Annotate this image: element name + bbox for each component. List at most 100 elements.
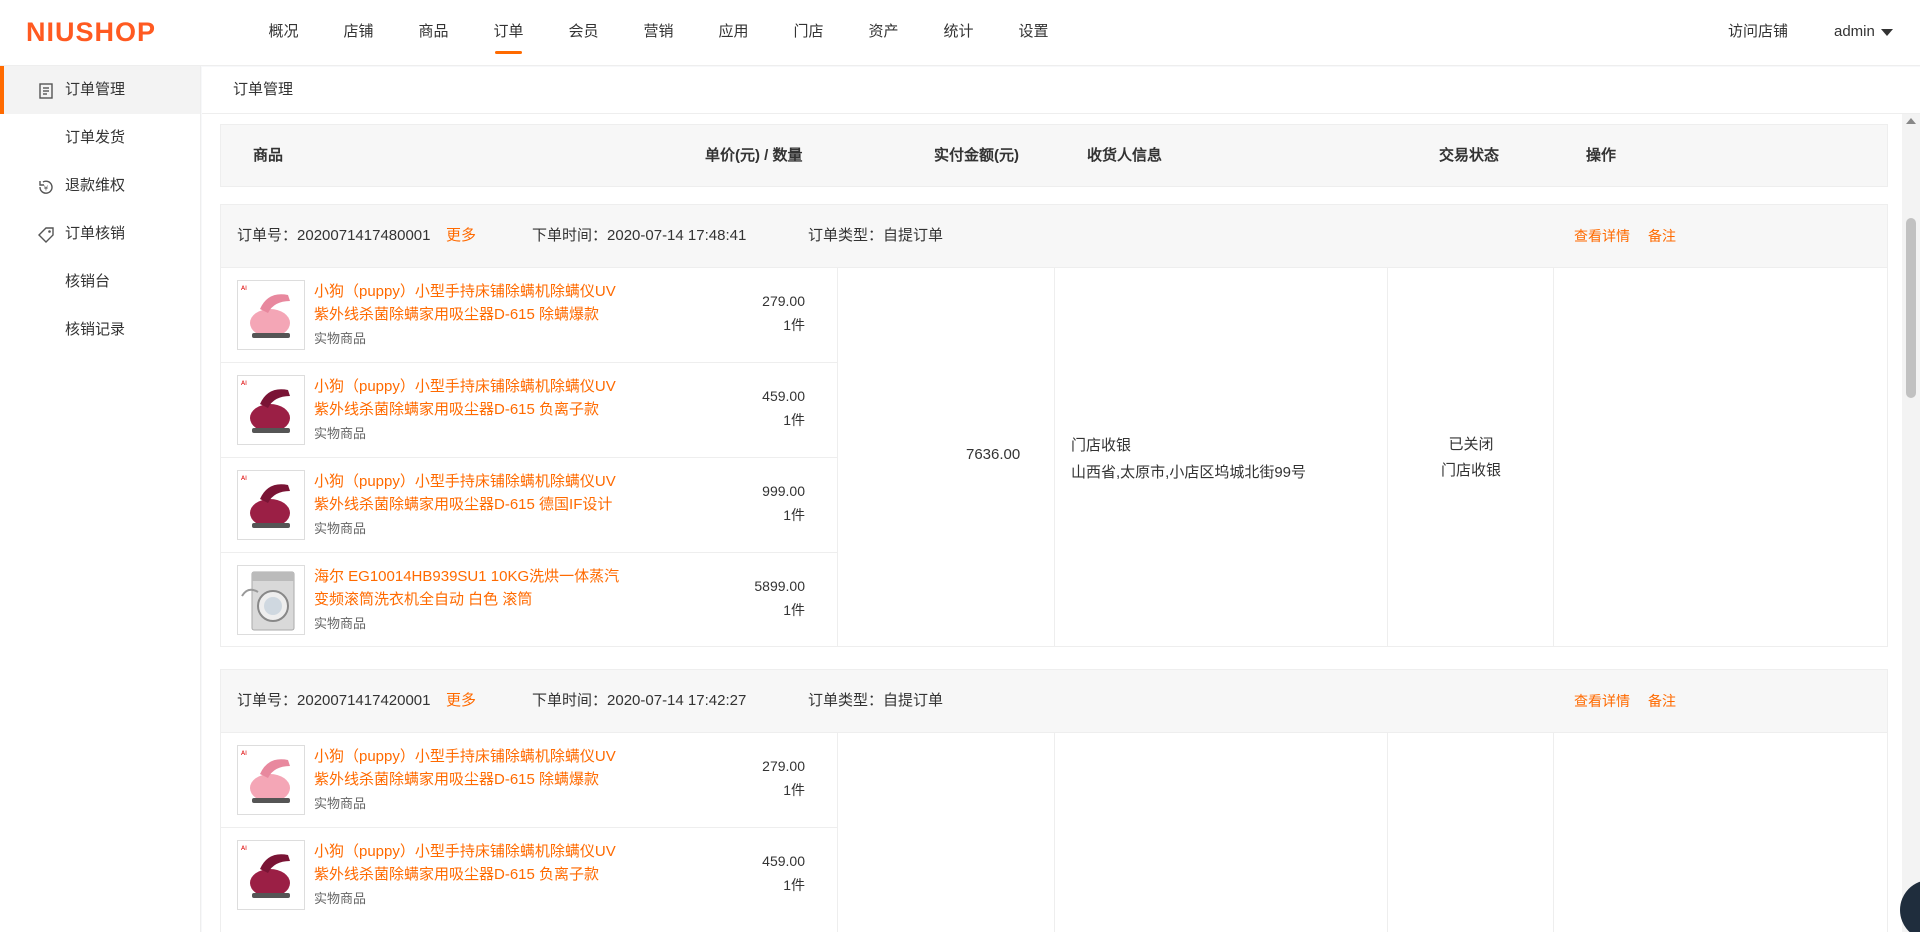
document-icon bbox=[39, 83, 53, 99]
order-time-value: 2020-07-14 17:42:27 bbox=[607, 692, 747, 709]
order-time-value: 2020-07-14 17:48:41 bbox=[607, 227, 747, 244]
product-thumbnail[interactable] bbox=[237, 565, 305, 635]
nav-marketing[interactable]: 营销 bbox=[621, 0, 696, 66]
admin-username: admin bbox=[1834, 23, 1875, 40]
sidebar: 订单管理 订单发货 ¥ 退款维权 订单核销 核销台 核销记录 bbox=[0, 66, 201, 932]
sidebar-item-verify-records[interactable]: 核销记录 bbox=[0, 306, 200, 354]
unit-price: 999.00 bbox=[762, 483, 805, 499]
sidebar-item-label: 核销台 bbox=[65, 273, 111, 290]
svg-text:AI: AI bbox=[241, 750, 247, 757]
order-number: 订单号：2020071417480001 bbox=[237, 205, 431, 267]
product-name-link[interactable]: 小狗（puppy）小型手持床铺除螨机除螨仪UV紫外线杀菌除螨家用吸尘器D-615… bbox=[314, 280, 626, 326]
washing-machine-icon bbox=[238, 566, 304, 634]
remark-link[interactable]: 备注 bbox=[1648, 205, 1676, 267]
order-time: 下单时间：2020-07-14 17:42:27 bbox=[532, 670, 746, 732]
nav-assets[interactable]: 资产 bbox=[846, 0, 921, 66]
niushop-logo[interactable]: NIUSHOP bbox=[26, 17, 156, 48]
col-ops: 操作 bbox=[1586, 147, 1617, 164]
order-table-header: 商品 单价(元) / 数量 实付金额(元) 收货人信息 交易状态 操作 bbox=[220, 124, 1888, 187]
scroll-up-arrow-icon[interactable] bbox=[1906, 118, 1916, 124]
order-card: 订单号：2020071417420001 更多 下单时间：2020-07-14 … bbox=[220, 669, 1888, 932]
sidebar-item-refund[interactable]: ¥ 退款维权 bbox=[0, 162, 200, 210]
order-type: 订单类型：自提订单 bbox=[808, 205, 943, 267]
sidebar-item-label: 订单管理 bbox=[65, 81, 126, 98]
more-link[interactable]: 更多 bbox=[446, 670, 476, 732]
product-name-link[interactable]: 小狗（puppy）小型手持床铺除螨机除螨仪UV紫外线杀菌除螨家用吸尘器D-615… bbox=[314, 745, 626, 791]
goods-list: AI 小狗（puppy）小型手持床铺除螨机除螨仪UV紫外线杀菌除螨家用吸尘器D-… bbox=[221, 268, 838, 647]
product-type: 实物商品 bbox=[314, 891, 367, 906]
goods-row: AI 小狗（puppy）小型手持床铺除螨机除螨仪UV紫外线杀菌除螨家用吸尘器D-… bbox=[221, 458, 837, 553]
sidebar-item-order-management[interactable]: 订单管理 bbox=[0, 66, 200, 114]
nav-orders[interactable]: 订单 bbox=[471, 0, 546, 66]
col-status: 交易状态 bbox=[1439, 147, 1500, 164]
goods-row: AI 小狗（puppy）小型手持床铺除螨机除螨仪UV紫外线杀菌除螨家用吸尘器D-… bbox=[221, 733, 837, 828]
top-nav: 概况 店铺 商品 订单 会员 营销 应用 门店 资产 统计 设置 bbox=[246, 0, 1071, 66]
order-time-label: 下单时间： bbox=[532, 227, 608, 244]
pink-vacuum-icon: AI bbox=[238, 746, 304, 814]
nav-members[interactable]: 会员 bbox=[546, 0, 621, 66]
product-type: 实物商品 bbox=[314, 331, 367, 346]
sidebar-item-label: 订单发货 bbox=[65, 129, 126, 146]
unit-price: 459.00 bbox=[762, 853, 805, 869]
product-type: 实物商品 bbox=[314, 616, 367, 631]
order-number-value: 2020071417420001 bbox=[297, 692, 431, 709]
goods-row: AI 小狗（puppy）小型手持床铺除螨机除螨仪UV紫外线杀菌除螨家用吸尘器D-… bbox=[221, 268, 837, 363]
red-vacuum-icon: AI bbox=[238, 841, 304, 909]
vertical-scrollbar[interactable] bbox=[1902, 114, 1920, 932]
view-detail-link[interactable]: 查看详情 bbox=[1574, 205, 1630, 267]
status-text: 已关闭 bbox=[1448, 436, 1494, 453]
breadcrumb-bar: 订单管理 bbox=[202, 67, 1920, 114]
product-type: 实物商品 bbox=[314, 426, 367, 441]
order-card: 订单号：2020071417480001 更多 下单时间：2020-07-14 … bbox=[220, 204, 1888, 647]
paid-amount-cell bbox=[838, 733, 1055, 932]
product-thumbnail[interactable]: AI bbox=[237, 280, 305, 350]
visit-store-link[interactable]: 访问店铺 bbox=[1728, 0, 1788, 64]
product-name-link[interactable]: 小狗（puppy）小型手持床铺除螨机除螨仪UV紫外线杀菌除螨家用吸尘器D-615… bbox=[314, 470, 626, 516]
refund-icon: ¥ bbox=[39, 180, 53, 194]
receiver-info: 门店收银 山西省,太原市,小店区坞城北街99号 bbox=[1071, 434, 1306, 482]
scroll-thumb[interactable] bbox=[1906, 218, 1916, 398]
nav-settings[interactable]: 设置 bbox=[996, 0, 1071, 66]
order-type-label: 订单类型： bbox=[808, 227, 884, 244]
pink-vacuum-icon: AI bbox=[238, 281, 304, 349]
order-type-value: 自提订单 bbox=[883, 227, 944, 244]
status-sub-text: 门店收银 bbox=[1440, 462, 1501, 479]
product-name-link[interactable]: 海尔 EG10014HB939SU1 10KG洗烘一体蒸汽变频滚筒洗衣机全自动 … bbox=[314, 565, 626, 611]
more-link[interactable]: 更多 bbox=[446, 205, 476, 267]
view-detail-link[interactable]: 查看详情 bbox=[1574, 670, 1630, 732]
product-name-link[interactable]: 小狗（puppy）小型手持床铺除螨机除螨仪UV紫外线杀菌除螨家用吸尘器D-615… bbox=[314, 840, 626, 886]
order-type-value: 自提订单 bbox=[883, 692, 944, 709]
paid-amount-cell: 7636.00 bbox=[838, 268, 1055, 647]
nav-stats[interactable]: 统计 bbox=[921, 0, 996, 66]
nav-shop[interactable]: 店铺 bbox=[321, 0, 396, 66]
sidebar-item-verify-desk[interactable]: 核销台 bbox=[0, 258, 200, 306]
order-body: AI 小狗（puppy）小型手持床铺除螨机除螨仪UV紫外线杀菌除螨家用吸尘器D-… bbox=[221, 733, 1887, 932]
sidebar-item-label: 核销记录 bbox=[65, 321, 126, 338]
product-thumbnail[interactable]: AI bbox=[237, 745, 305, 815]
order-time: 下单时间：2020-07-14 17:48:41 bbox=[532, 205, 746, 267]
nav-apps[interactable]: 应用 bbox=[696, 0, 771, 66]
nav-overview[interactable]: 概况 bbox=[246, 0, 321, 66]
sidebar-item-label: 退款维权 bbox=[65, 177, 126, 194]
receiver-cell bbox=[1055, 733, 1388, 932]
sidebar-item-order-verify[interactable]: 订单核销 bbox=[0, 210, 200, 258]
admin-dropdown[interactable]: admin bbox=[1834, 0, 1893, 64]
order-body: AI 小狗（puppy）小型手持床铺除螨机除螨仪UV紫外线杀菌除螨家用吸尘器D-… bbox=[221, 268, 1887, 647]
status-cell: 已关闭 门店收银 bbox=[1388, 268, 1554, 647]
product-thumbnail[interactable]: AI bbox=[237, 840, 305, 910]
nav-stores[interactable]: 门店 bbox=[771, 0, 846, 66]
product-thumbnail[interactable]: AI bbox=[237, 375, 305, 445]
product-name-link[interactable]: 小狗（puppy）小型手持床铺除螨机除螨仪UV紫外线杀菌除螨家用吸尘器D-615… bbox=[314, 375, 626, 421]
order-list-panel: 商品 单价(元) / 数量 实付金额(元) 收货人信息 交易状态 操作 订单号：… bbox=[202, 114, 1902, 932]
col-receiver: 收货人信息 bbox=[1087, 147, 1163, 164]
nav-goods[interactable]: 商品 bbox=[396, 0, 471, 66]
order-header: 订单号：2020071417480001 更多 下单时间：2020-07-14 … bbox=[221, 205, 1887, 268]
red-vacuum-icon: AI bbox=[238, 471, 304, 539]
sidebar-item-label: 订单核销 bbox=[65, 225, 126, 242]
quantity: 1件 bbox=[783, 782, 805, 798]
remark-link[interactable]: 备注 bbox=[1648, 670, 1676, 732]
product-thumbnail[interactable]: AI bbox=[237, 470, 305, 540]
sidebar-item-order-shipping[interactable]: 订单发货 bbox=[0, 114, 200, 162]
receiver-cell: 门店收银 山西省,太原市,小店区坞城北街99号 bbox=[1055, 268, 1388, 647]
order-header: 订单号：2020071417420001 更多 下单时间：2020-07-14 … bbox=[221, 670, 1887, 733]
